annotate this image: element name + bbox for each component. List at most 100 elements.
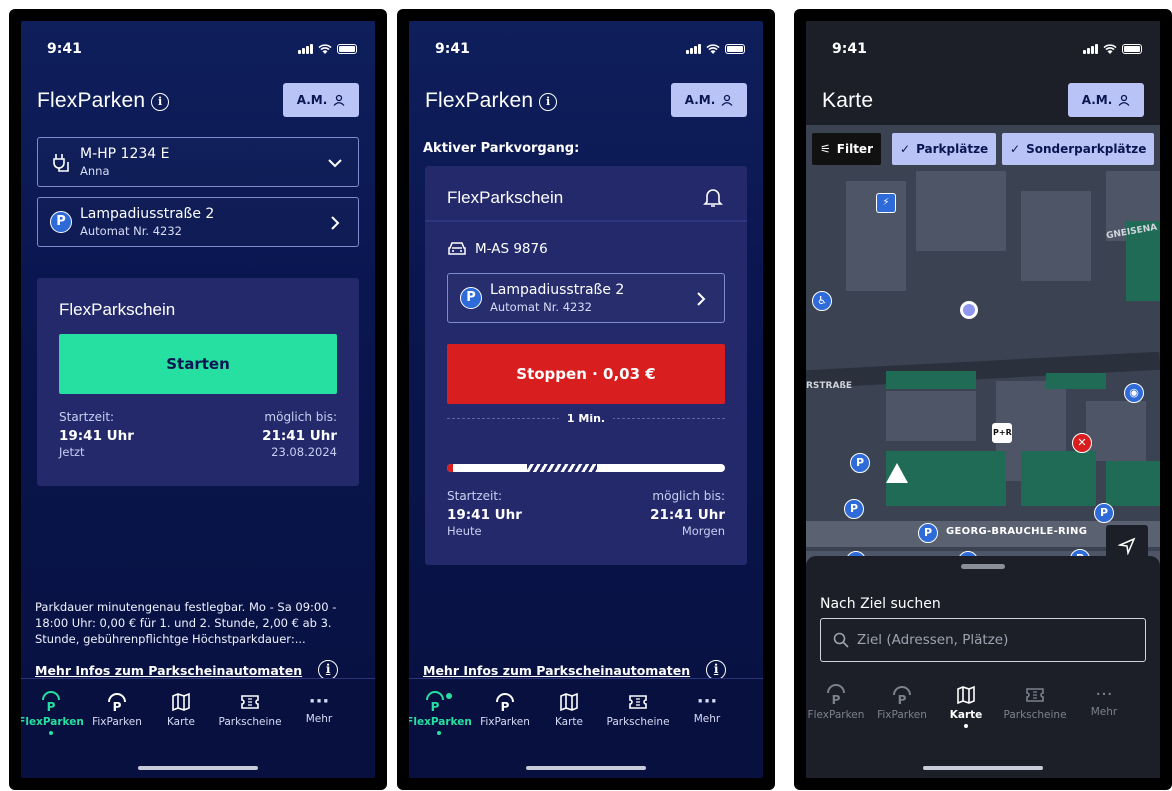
active-dot	[964, 724, 968, 728]
page-title: FlexParken i	[37, 89, 170, 113]
tab-parkscheine[interactable]: Parkscheine	[215, 691, 285, 728]
info-icon[interactable]: i	[151, 93, 170, 111]
user-icon	[721, 94, 733, 106]
active-session-label: Aktiver Parkvorgang:	[423, 141, 580, 156]
filter-button[interactable]: ⚟ Filter	[812, 133, 881, 165]
location-selector[interactable]: P Lampadiusstraße 2 Automat Nr. 4232	[37, 197, 359, 247]
unavailable-pin[interactable]: ✕	[1072, 433, 1092, 453]
parking-pin[interactable]: P	[850, 453, 870, 473]
car-icon	[448, 242, 466, 255]
battery-icon	[725, 44, 745, 54]
user-icon	[1118, 94, 1130, 106]
tab-mehr[interactable]: ··· Mehr	[284, 691, 354, 725]
page-title: FlexParken i	[425, 89, 558, 113]
until-date: 23.08.2024	[271, 445, 337, 459]
tab-flexparken[interactable]: P FlexParken	[409, 691, 474, 735]
bell-icon[interactable]	[703, 186, 723, 208]
tab-parkscheine[interactable]: Parkscheine	[1000, 684, 1070, 721]
park-ride-pin[interactable]: P+R	[992, 423, 1012, 443]
fixparken-icon: P	[496, 693, 514, 714]
signal-icon	[298, 44, 313, 54]
screen: 9:41 FlexParken i A.M. M-HP 1234 E Anna P…	[21, 21, 375, 778]
tab-label: Mehr	[693, 713, 721, 725]
tab-label: Karte	[949, 709, 983, 721]
signal-icon	[1083, 44, 1098, 54]
start-button[interactable]: Starten	[59, 334, 337, 394]
chip-sonderparkplaetze[interactable]: ✓ Sonderparkplätze	[1002, 133, 1155, 165]
tariff-footnote: Parkdauer minutengenau festlegbar. Mo - …	[35, 600, 337, 646]
destination-search-input[interactable]: Ziel (Adressen, Plätze)	[820, 618, 1146, 662]
more-icon: ···	[308, 691, 330, 712]
tab-parkscheine[interactable]: Parkscheine	[603, 691, 673, 728]
account-initials: A.M.	[1081, 93, 1113, 107]
tab-flexparken[interactable]: P FlexParken	[21, 691, 86, 735]
tab-mehr[interactable]: ··· Mehr	[1069, 684, 1139, 718]
tab-flexparken[interactable]: P FlexParken	[806, 684, 871, 721]
progress-hatch	[527, 464, 597, 472]
more-info-text: Mehr Infos zum Parkscheinautomaten	[423, 662, 691, 678]
until-label: möglich bis:	[652, 489, 725, 503]
screen: 9:41 FlexParken i A.M. Aktiver Parkvorgan…	[409, 21, 763, 778]
tab-label: FlexParken	[21, 716, 84, 728]
building	[886, 391, 976, 441]
search-icon	[833, 632, 849, 648]
special-parking-pin[interactable]: ◉	[1124, 383, 1144, 403]
start-info: Startzeit: 19:41 Uhr Heute	[447, 489, 522, 538]
tab-karte[interactable]: Karte	[931, 684, 1001, 728]
accessible-parking-pin[interactable]: ♿	[812, 291, 832, 311]
stop-button[interactable]: Stoppen · 0,03 €	[447, 344, 725, 404]
vehicle-selector[interactable]: M-HP 1234 E Anna	[37, 137, 359, 187]
tab-fixparken[interactable]: P FixParken	[82, 691, 152, 728]
more-info-link[interactable]: Mehr Infos zum Parkscheinautomaten i	[35, 660, 339, 680]
location-selector[interactable]: P Lampadiusstraße 2 Automat Nr. 4232	[447, 273, 725, 323]
tab-label: Mehr	[1090, 706, 1118, 718]
wifi-icon	[1103, 44, 1117, 54]
status-bar-overlay: 9:41	[806, 41, 1160, 61]
tab-fixparken[interactable]: P FixParken	[470, 691, 540, 728]
filter-label: Filter	[836, 142, 873, 156]
street-label: RSTRAßE	[806, 381, 853, 391]
tab-mehr[interactable]: ··· Mehr	[672, 691, 742, 725]
header: FlexParken i A.M.	[423, 83, 747, 119]
page-title-text: FlexParken	[37, 89, 146, 112]
tab-label: FixParken	[480, 716, 530, 728]
svg-text:P: P	[501, 700, 510, 713]
svg-text:P: P	[898, 693, 907, 706]
ev-plug-icon	[53, 154, 69, 172]
tab-label: Karte	[166, 716, 196, 728]
tab-karte[interactable]: Karte	[146, 691, 216, 728]
map-icon	[957, 685, 975, 705]
navigation-arrow-icon	[1118, 537, 1136, 555]
location-machine: Automat Nr. 4232	[80, 224, 182, 238]
home-indicator	[138, 766, 258, 770]
tab-karte[interactable]: Karte	[534, 691, 604, 728]
sheet-handle[interactable]	[961, 564, 1005, 569]
start-time: 19:41 Uhr	[59, 428, 134, 444]
tab-label: Parkscheine	[606, 716, 670, 728]
account-initials: A.M.	[684, 93, 716, 107]
svg-text:P: P	[113, 700, 122, 713]
duration-row: 1 Min.	[447, 412, 725, 426]
screen: GNEISENA RSTRAßE GEORG-BRAUCHLE-RING ⚡ ♿…	[806, 21, 1160, 778]
chip-label: Parkplätze	[916, 142, 989, 156]
account-button[interactable]: A.M.	[671, 83, 747, 117]
flexparken-icon: P	[42, 691, 60, 714]
page-title-text: FlexParken	[425, 89, 534, 112]
tab-fixparken[interactable]: P FixParken	[867, 684, 937, 721]
account-button[interactable]: A.M.	[1068, 83, 1144, 117]
vehicle-owner: Anna	[80, 164, 110, 178]
status-time: 9:41	[47, 41, 82, 57]
svg-text:P: P	[832, 693, 841, 706]
chip-parkplaetze[interactable]: ✓ Parkplätze	[892, 133, 997, 165]
account-button[interactable]: A.M.	[283, 83, 359, 117]
ev-charging-pin[interactable]: ⚡	[876, 193, 896, 213]
parking-pin[interactable]: P	[1094, 503, 1114, 523]
account-initials: A.M.	[296, 93, 328, 107]
tab-label: FixParken	[877, 709, 927, 721]
parking-pin[interactable]: P	[844, 499, 864, 519]
more-info-link[interactable]: Mehr Infos zum Parkscheinautomaten i	[423, 660, 727, 680]
info-icon[interactable]: i	[539, 93, 558, 111]
panel-divider	[425, 220, 747, 222]
parking-pin[interactable]: P	[918, 523, 938, 543]
until-info: möglich bis: 21:41 Uhr Morgen	[650, 489, 725, 538]
